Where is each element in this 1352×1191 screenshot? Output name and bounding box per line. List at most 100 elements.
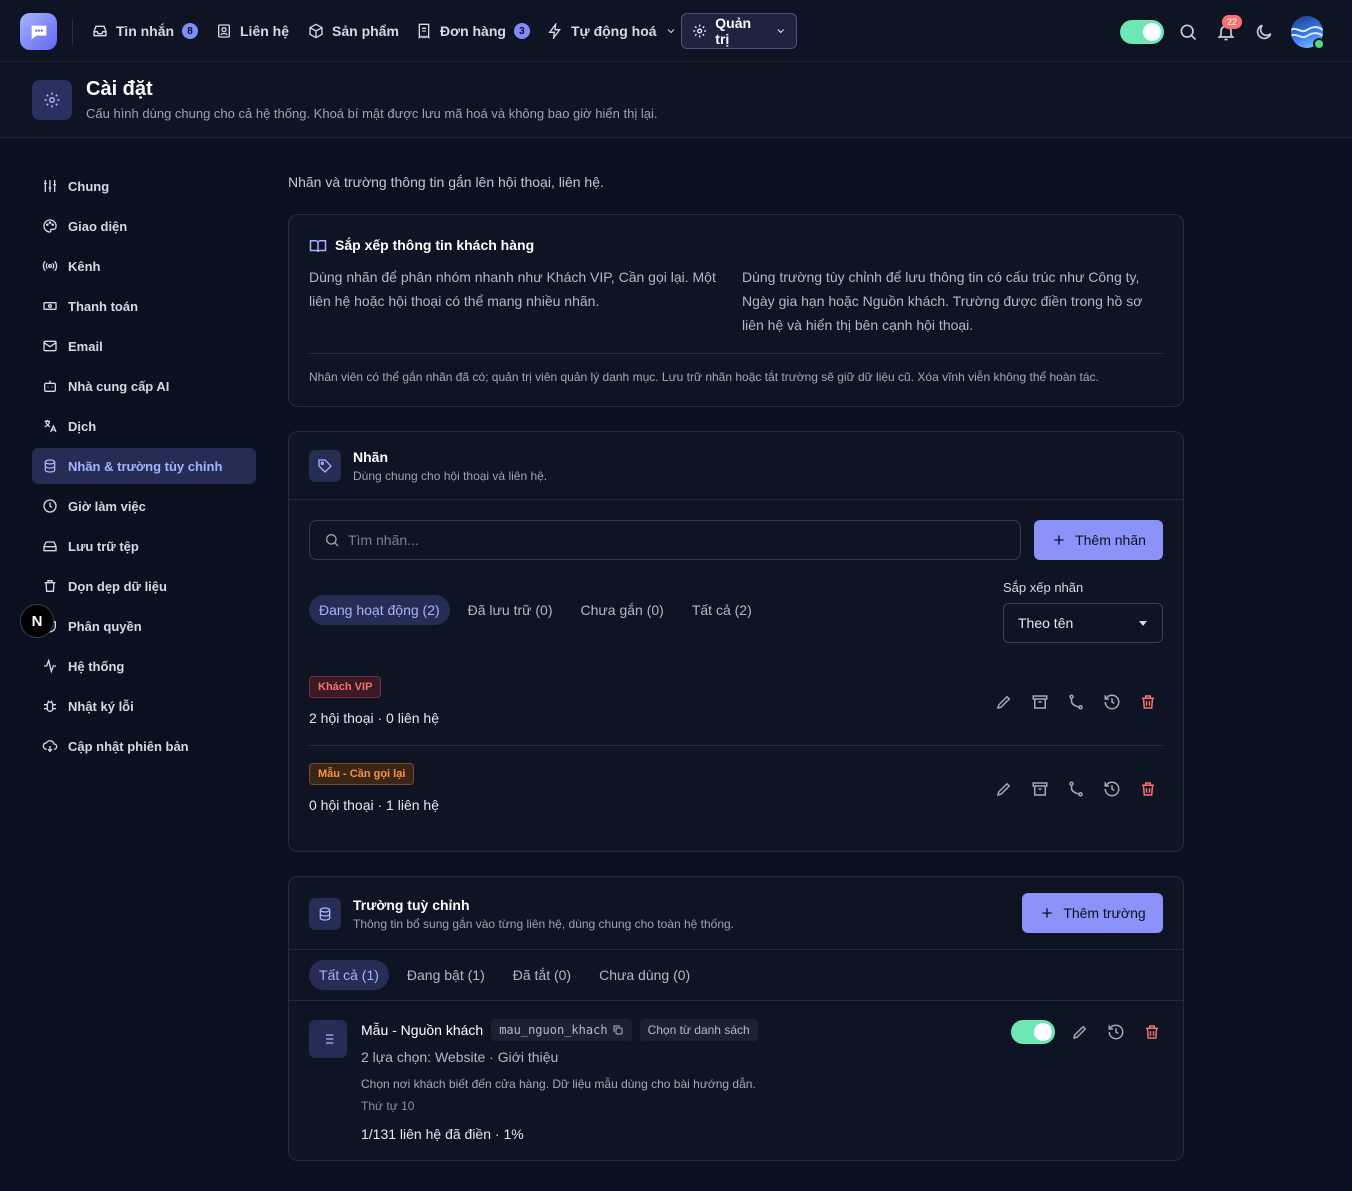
nav-divider — [72, 20, 73, 44]
mail-icon — [43, 340, 57, 352]
nav-automation[interactable]: Tự động hoá — [537, 13, 687, 49]
top-navbar: Tin nhắn 8 Liên hệ Sản phẩm Đơn hàng 3 T… — [0, 0, 1352, 62]
guide-divider — [309, 353, 1163, 354]
trash-icon[interactable] — [1143, 1023, 1161, 1041]
sidebar-item-label: Cập nhật phiên bản — [68, 738, 189, 754]
sidebar-item-general[interactable]: Chung — [32, 168, 256, 204]
sidebar-item-business-hours[interactable]: Giờ làm việc — [32, 488, 256, 524]
hard-drive-icon — [43, 541, 57, 552]
pencil-icon[interactable] — [995, 693, 1013, 711]
sidebar-item-system[interactable]: Hệ thống — [32, 648, 256, 684]
labels-title: Nhãn — [353, 449, 388, 465]
search-button[interactable] — [1178, 22, 1198, 42]
dark-mode-button[interactable] — [1254, 22, 1274, 42]
merge-icon[interactable] — [1067, 780, 1085, 798]
row-divider — [309, 745, 1163, 746]
caret-down-icon — [1139, 621, 1147, 626]
history-icon[interactable] — [1107, 1023, 1125, 1041]
plus-icon — [1042, 908, 1052, 918]
sort-select[interactable]: Theo tên — [1003, 603, 1163, 643]
tab-all-fields[interactable]: Tất cả (1) — [309, 960, 389, 990]
tab-disabled-fields[interactable]: Đã tắt (0) — [503, 960, 581, 990]
tab-unused-labels[interactable]: Chưa gắn (0) — [571, 595, 674, 625]
sidebar-item-translation[interactable]: Dịch — [32, 408, 256, 444]
field-item-header: Mẫu - Nguồn khách mau_nguon_khach Chọn t… — [361, 1019, 758, 1041]
tab-all-labels[interactable]: Tất cả (2) — [682, 595, 762, 625]
pencil-icon[interactable] — [1071, 1023, 1089, 1041]
sidebar-item-label: Kênh — [68, 258, 101, 274]
copy-icon — [613, 1025, 623, 1035]
add-label-button[interactable]: Thêm nhãn — [1034, 520, 1163, 560]
sidebar-item-payments[interactable]: Thanh toán — [32, 288, 256, 324]
tag-icon — [309, 450, 341, 482]
archive-icon[interactable] — [1031, 693, 1049, 711]
database-icon — [309, 898, 341, 930]
banknote-icon — [43, 302, 57, 310]
theme-toggle[interactable] — [1120, 20, 1164, 44]
sidebar-item-channels[interactable]: Kênh — [32, 248, 256, 284]
label-tag-callback[interactable]: Mẫu - Cần gọi lại — [309, 763, 415, 785]
floating-dev-badge[interactable]: N — [20, 604, 54, 638]
gear-icon — [44, 92, 60, 108]
sidebar-item-email[interactable]: Email — [32, 328, 256, 364]
sidebar-item-file-storage[interactable]: Lưu trữ tệp — [32, 528, 256, 564]
tab-unused-fields[interactable]: Chưa dùng (0) — [589, 960, 700, 990]
pencil-icon[interactable] — [995, 780, 1013, 798]
nav-automation-label: Tự động hoá — [571, 23, 657, 39]
labels-card: Nhãn Dùng chung cho hội thoại và liên hệ… — [288, 431, 1184, 852]
nav-messages[interactable]: Tin nhắn 8 — [82, 13, 208, 49]
app-logo[interactable] — [20, 13, 57, 50]
add-field-label: Thêm trường — [1063, 905, 1146, 921]
sidebar-item-labels-fields[interactable]: Nhãn & trường tùy chỉnh — [32, 448, 256, 484]
chevron-down-icon — [667, 29, 674, 34]
fields-title: Trường tuỳ chỉnh — [353, 897, 470, 913]
sidebar-item-label: Thanh toán — [68, 298, 139, 314]
label-tag-vip[interactable]: Khách VIP — [309, 676, 382, 698]
sidebar-item-data-cleanup[interactable]: Dọn dẹp dữ liệu — [32, 568, 256, 604]
sidebar-item-update[interactable]: Cập nhật phiên bản — [32, 728, 256, 764]
label-row-actions — [995, 693, 1157, 711]
section-intro: Nhãn và trường thông tin gắn lên hội tho… — [288, 174, 604, 190]
database-icon — [44, 459, 56, 473]
sidebar-item-ai-provider[interactable]: Nhà cung cấp AI — [32, 368, 256, 404]
history-icon[interactable] — [1103, 693, 1121, 711]
lightning-icon — [548, 23, 561, 39]
tab-enabled-fields[interactable]: Đang bật (1) — [397, 960, 495, 990]
sidebar-item-label: Dọn dẹp dữ liệu — [68, 578, 167, 594]
nav-orders[interactable]: Đơn hàng 3 — [406, 13, 540, 49]
label-search-placeholder: Tìm nhãn... — [348, 532, 419, 548]
field-enabled-toggle[interactable] — [1011, 1020, 1055, 1044]
sliders-icon — [44, 180, 56, 192]
guide-title: Sắp xếp thông tin khách hàng — [335, 237, 535, 253]
nav-products[interactable]: Sản phẩm — [298, 13, 409, 49]
field-key[interactable]: mau_nguon_khach — [491, 1019, 632, 1041]
tab-archived-labels[interactable]: Đã lưu trữ (0) — [458, 595, 563, 625]
page-header: Cài đặt Cấu hình dùng chung cho cả hệ th… — [0, 62, 1352, 138]
add-field-button[interactable]: Thêm trường — [1022, 893, 1163, 933]
trash-icon[interactable] — [1139, 693, 1157, 711]
sidebar-item-label: Giao diện — [68, 218, 128, 234]
chat-bubble-icon — [31, 25, 46, 39]
search-icon — [1180, 24, 1197, 41]
broadcast-icon — [42, 260, 58, 272]
nav-contacts[interactable]: Liên hệ — [206, 13, 299, 49]
field-order: Thứ tự 10 — [361, 1099, 415, 1113]
merge-icon[interactable] — [1067, 693, 1085, 711]
sidebar-item-appearance[interactable]: Giao diện — [32, 208, 256, 244]
nav-admin[interactable]: Quản trị — [681, 13, 797, 49]
notifications-count: 22 — [1222, 15, 1242, 29]
nav-admin-label: Quản trị — [715, 15, 752, 47]
contact-card-icon — [218, 24, 230, 38]
archive-icon[interactable] — [1031, 780, 1049, 798]
guide-card: Sắp xếp thông tin khách hàng Dùng nhãn đ… — [288, 214, 1184, 407]
fields-header: Trường tuỳ chỉnh Thông tin bổ sung gắn v… — [289, 877, 1183, 950]
sidebar-item-error-log[interactable]: Nhật ký lỗi — [32, 688, 256, 724]
tab-active-labels[interactable]: Đang hoạt động (2) — [309, 595, 450, 625]
sort-value: Theo tên — [1018, 615, 1074, 631]
history-icon[interactable] — [1103, 780, 1121, 798]
fields-divider — [289, 1000, 1183, 1001]
cloud-download-icon — [42, 740, 58, 753]
trash-icon[interactable] — [1139, 780, 1157, 798]
sidebar-item-permissions[interactable]: Phân quyền — [32, 608, 256, 644]
label-search-input[interactable]: Tìm nhãn... — [309, 520, 1021, 560]
